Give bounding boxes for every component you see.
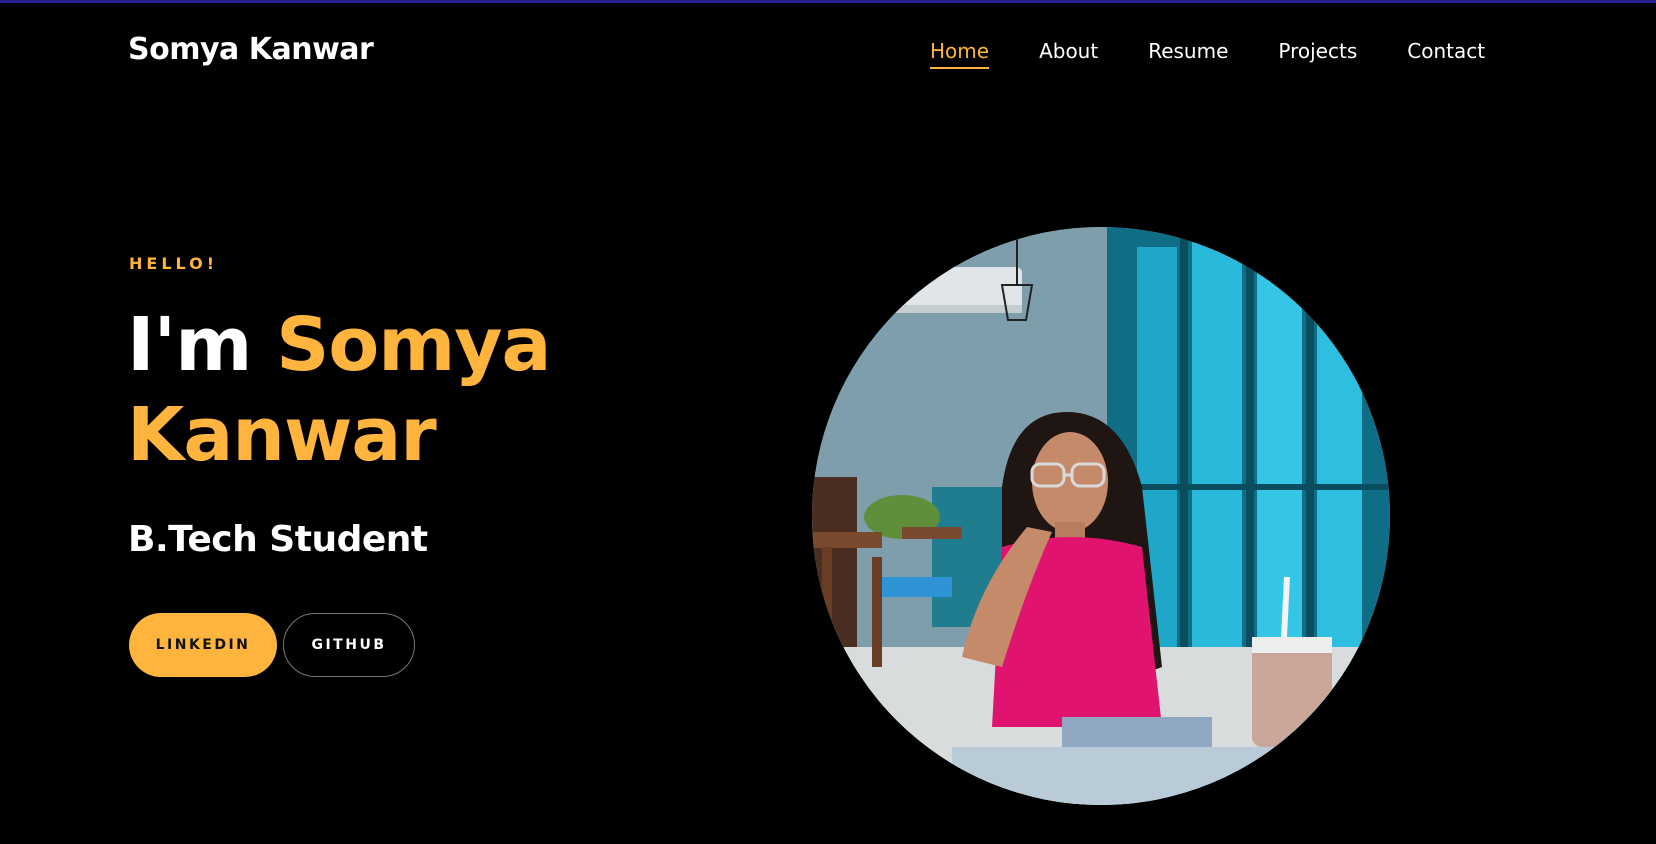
site-brand[interactable]: Somya Kanwar [128,32,374,67]
nav-contact[interactable]: Contact [1407,39,1485,69]
nav-home[interactable]: Home [930,39,990,69]
profile-photo-illustration [812,227,1390,805]
hero-buttons: LINKEDIN GITHUB [129,613,415,677]
linkedin-button[interactable]: LINKEDIN [129,613,277,677]
hero-subtitle: B.Tech Student [128,519,428,560]
site-header: Somya Kanwar Home About Resume Projects … [0,0,1656,105]
hero-greeting: HELLO! [129,254,219,273]
main-nav: Home About Resume Projects Contact [930,39,1535,69]
headline-last-name: Kanwar [127,392,437,478]
nav-projects[interactable]: Projects [1278,39,1357,69]
headline-prefix: I'm [127,302,277,388]
profile-photo [812,227,1390,805]
nav-resume[interactable]: Resume [1148,39,1228,69]
nav-about[interactable]: About [1039,39,1098,69]
github-button[interactable]: GITHUB [283,613,415,677]
hero-headline: I'm Somya Kanwar [127,300,647,480]
headline-first-name: Somya [276,302,551,388]
